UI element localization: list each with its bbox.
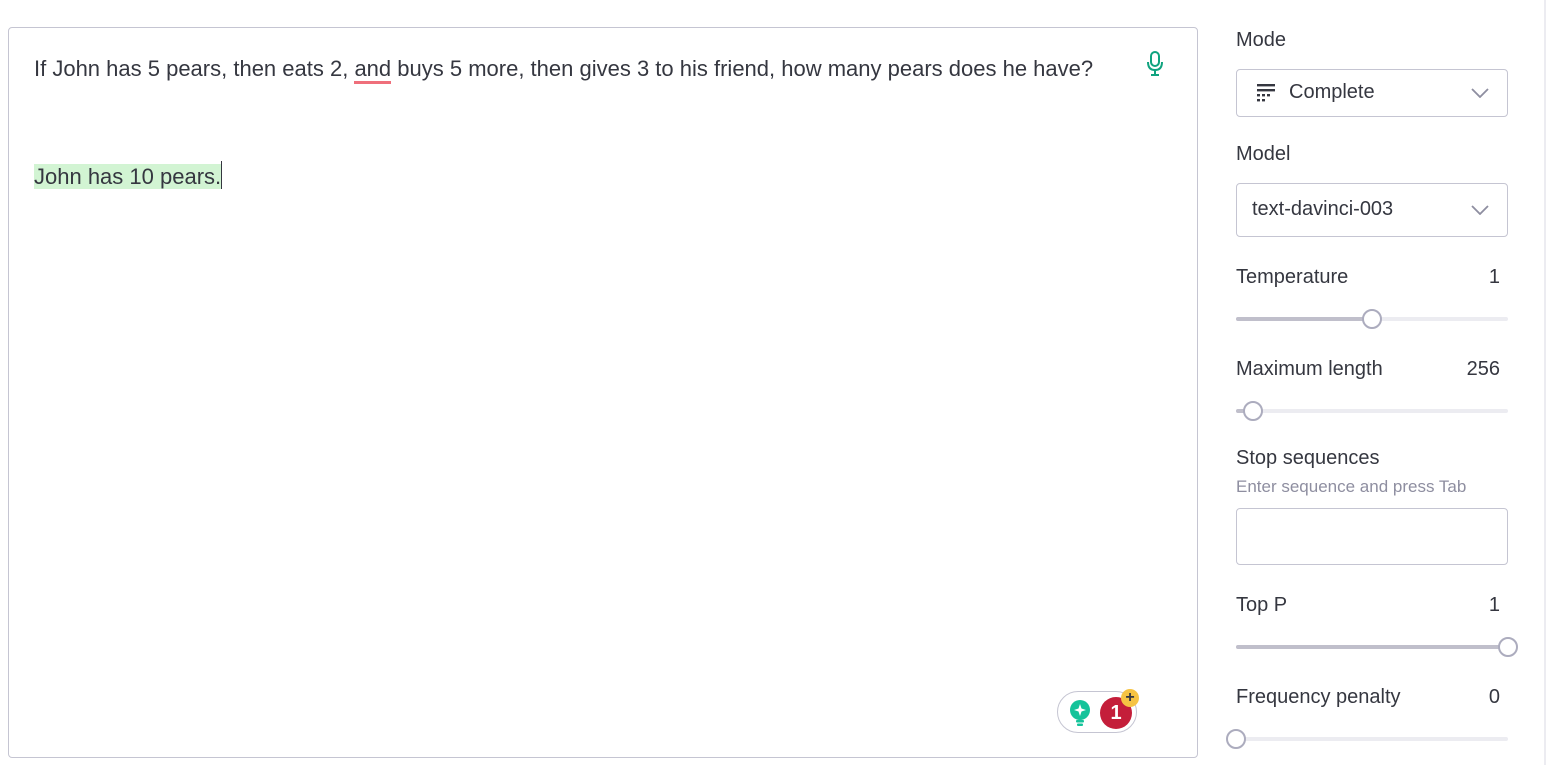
slider-track [1236, 737, 1508, 741]
top-p-label: Top P [1236, 594, 1288, 616]
max-length-slider[interactable] [1236, 401, 1508, 421]
max-length-label: Maximum length [1236, 358, 1383, 380]
text-caret [221, 161, 223, 189]
slider-fill [1236, 645, 1508, 649]
frequency-penalty-label: Frequency penalty [1236, 686, 1401, 708]
grammarly-widget[interactable]: 1 + [1057, 689, 1139, 733]
stop-sequences-label: Stop sequences [1236, 447, 1380, 469]
slider-fill [1236, 317, 1372, 321]
model-label: Model [1236, 143, 1291, 165]
stop-sequences-input[interactable] [1236, 508, 1508, 565]
completion-text: John has 10 pears. [34, 164, 222, 189]
lightbulb-icon [1067, 699, 1093, 727]
top-p-value: 1 [1488, 594, 1500, 616]
model-value: text-davinci-003 [1252, 198, 1394, 220]
stop-sequences-hint: Enter sequence and press Tab [1236, 477, 1467, 496]
frequency-penalty-slider[interactable] [1226, 729, 1508, 749]
temperature-slider[interactable] [1236, 309, 1508, 329]
slider-track [1236, 409, 1508, 413]
chevron-down-icon [1471, 205, 1489, 215]
max-length-value: 256 [1466, 358, 1500, 380]
slider-thumb[interactable] [1226, 729, 1246, 749]
grammar-underlined-word[interactable]: and [354, 56, 392, 84]
settings-sidebar: Mode Complete Model text-davinci-003 Tem… [1226, 0, 1518, 765]
chevron-down-icon [1471, 88, 1489, 98]
mode-select[interactable]: Complete [1236, 69, 1508, 117]
slider-thumb[interactable] [1242, 401, 1263, 421]
prompt-text[interactable]: If John has 5 pears, then eats 2, and bu… [34, 51, 1124, 87]
top-p-slider[interactable] [1236, 637, 1518, 657]
prompt-text-part: buys 5 more, then gives 3 to his friend,… [391, 56, 1094, 81]
model-select[interactable]: text-davinci-003 [1236, 183, 1508, 237]
prompt-editor[interactable]: If John has 5 pears, then eats 2, and bu… [8, 27, 1198, 758]
completion-line[interactable]: John has 10 pears. [34, 159, 223, 195]
mode-value: Complete [1289, 81, 1375, 103]
mode-label: Mode [1236, 29, 1287, 51]
complete-mode-icon [1255, 82, 1277, 110]
prompt-text-part: If John has 5 pears, then eats 2, [34, 56, 355, 81]
temperature-label: Temperature [1236, 266, 1349, 288]
frequency-penalty-value: 0 [1488, 686, 1500, 708]
plus-badge: + [1121, 689, 1139, 707]
slider-thumb[interactable] [1362, 309, 1382, 329]
temperature-value: 1 [1488, 266, 1500, 288]
slider-thumb[interactable] [1498, 637, 1518, 657]
microphone-icon[interactable] [1145, 50, 1165, 78]
